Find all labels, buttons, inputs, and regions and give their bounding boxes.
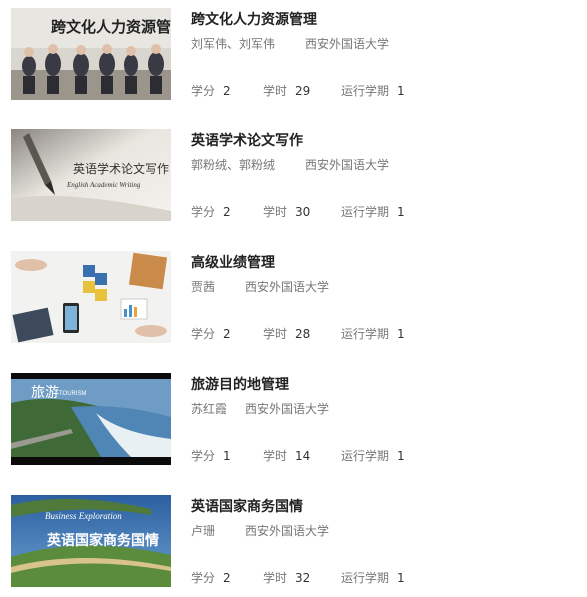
course-school: 西安外国语大学 [245,402,330,416]
hours-label: 学时 [263,205,288,219]
hours-stat: 学时 28 [263,325,341,342]
thumbnail-caption: 英语国家商务国情 [46,532,159,548]
thumbnail-subcaption: English Academic Writing [66,181,141,189]
hours-stat: 学时 32 [263,569,341,586]
hours-label: 学时 [263,449,288,463]
term-label: 运行学期 [341,571,390,585]
course-item[interactable]: 高级业绩管理 贾茜 西安外国语大学 学分 2 学时 28 运行学期 1 [0,251,587,343]
credit-value: 2 [223,327,231,341]
course-meta: 刘军伟、刘军伟 西安外国语大学 [191,35,389,52]
course-stats: 学分 2 学时 32 运行学期 1 [191,569,405,586]
course-meta: 郭粉绒、郭粉绒 西安外国语大学 [191,156,389,173]
hours-value: 30 [295,205,311,219]
course-school: 西安外国语大学 [245,524,330,538]
course-teachers: 卢珊 [191,524,216,538]
hours-value: 29 [295,84,311,98]
term-stat: 运行学期 1 [341,447,405,464]
course-stats: 学分 2 学时 30 运行学期 1 [191,203,405,220]
course-meta: 贾茜 西安外国语大学 [191,278,329,295]
hours-stat: 学时 30 [263,203,341,220]
credit-label: 学分 [191,571,216,585]
term-label: 运行学期 [341,205,390,219]
hours-label: 学时 [263,571,288,585]
course-thumbnail[interactable]: 跨文化人力资源管理 [11,8,171,100]
term-label: 运行学期 [341,84,390,98]
term-label: 运行学期 [341,327,390,341]
course-title[interactable]: 高级业绩管理 [191,252,275,272]
hours-value: 32 [295,571,311,585]
hours-label: 学时 [263,84,288,98]
term-stat: 运行学期 1 [341,82,405,99]
term-value: 1 [397,327,405,341]
course-thumbnail[interactable]: 英语学术论文写作 English Academic Writing [11,129,171,221]
course-title[interactable]: 英语学术论文写作 [191,130,303,150]
course-meta: 卢珊 西安外国语大学 [191,522,329,539]
credit-label: 学分 [191,449,216,463]
thumbnail-subcaption: Business Exploration [45,511,122,521]
credit-label: 学分 [191,327,216,341]
hours-value: 14 [295,449,311,463]
term-stat: 运行学期 1 [341,203,405,220]
course-school: 西安外国语大学 [245,280,330,294]
thumbnail-caption: 跨文化人力资源管理 [51,18,171,36]
course-stats: 学分 1 学时 14 运行学期 1 [191,447,405,464]
hours-stat: 学时 14 [263,447,341,464]
course-teachers: 贾茜 [191,280,216,294]
credit-label: 学分 [191,84,216,98]
term-value: 1 [397,84,405,98]
credit-stat: 学分 1 [191,447,263,464]
course-item[interactable]: 英语学术论文写作 English Academic Writing 英语学术论文… [0,129,587,221]
course-teachers: 刘军伟、刘军伟 [191,37,276,51]
course-info: 跨文化人力资源管理 刘军伟、刘军伟 西安外国语大学 学分 2 学时 29 运行学期 1 [191,8,571,100]
course-title[interactable]: 跨文化人力资源管理 [191,9,317,29]
course-school: 西安外国语大学 [305,158,390,172]
term-value: 1 [397,449,405,463]
course-meta: 苏红霞 西安外国语大学 [191,400,329,417]
credit-stat: 学分 2 [191,325,263,342]
term-stat: 运行学期 1 [341,569,405,586]
credit-stat: 学分 2 [191,203,263,220]
term-label: 运行学期 [341,449,390,463]
credit-stat: 学分 2 [191,82,263,99]
course-stats: 学分 2 学时 28 运行学期 1 [191,325,405,342]
term-value: 1 [397,571,405,585]
thumbnail-caption: 旅游 [31,385,59,401]
course-thumbnail[interactable]: 旅游 TOURISM [11,373,171,465]
hours-stat: 学时 29 [263,82,341,99]
course-title[interactable]: 旅游目的地管理 [191,374,289,394]
hours-label: 学时 [263,327,288,341]
term-stat: 运行学期 1 [341,325,405,342]
course-title[interactable]: 英语国家商务国情 [191,496,303,516]
hours-value: 28 [295,327,311,341]
thumbnail-subcaption: TOURISM [59,391,87,397]
course-stats: 学分 2 学时 29 运行学期 1 [191,82,405,99]
course-info: 英语国家商务国情 卢珊 西安外国语大学 学分 2 学时 32 运行学期 1 [191,495,571,587]
course-teachers: 郭粉绒、郭粉绒 [191,158,276,172]
course-info: 英语学术论文写作 郭粉绒、郭粉绒 西安外国语大学 学分 2 学时 30 运行学期 1 [191,129,571,221]
course-thumbnail[interactable] [11,251,171,343]
credit-label: 学分 [191,205,216,219]
course-item[interactable]: Business Exploration 英语国家商务国情 英语国家商务国情 卢… [0,495,587,587]
thumbnail-caption: 英语学术论文写作 [73,161,169,176]
credit-stat: 学分 2 [191,569,263,586]
course-info: 高级业绩管理 贾茜 西安外国语大学 学分 2 学时 28 运行学期 1 [191,251,571,343]
course-item[interactable]: 跨文化人力资源管理 跨文化人力资源管理 刘军伟、刘军伟 西安外国语大学 学分 2 学时… [0,8,587,100]
credit-value: 2 [223,205,231,219]
term-value: 1 [397,205,405,219]
credit-value: 2 [223,84,231,98]
credit-value: 1 [223,449,231,463]
course-teachers: 苏红霞 [191,402,228,416]
course-thumbnail[interactable]: Business Exploration 英语国家商务国情 [11,495,171,587]
course-school: 西安外国语大学 [305,37,390,51]
credit-value: 2 [223,571,231,585]
course-info: 旅游目的地管理 苏红霞 西安外国语大学 学分 1 学时 14 运行学期 1 [191,373,571,465]
course-item[interactable]: 旅游 TOURISM 旅游目的地管理 苏红霞 西安外国语大学 学分 1 学时 14 运行学… [0,373,587,465]
